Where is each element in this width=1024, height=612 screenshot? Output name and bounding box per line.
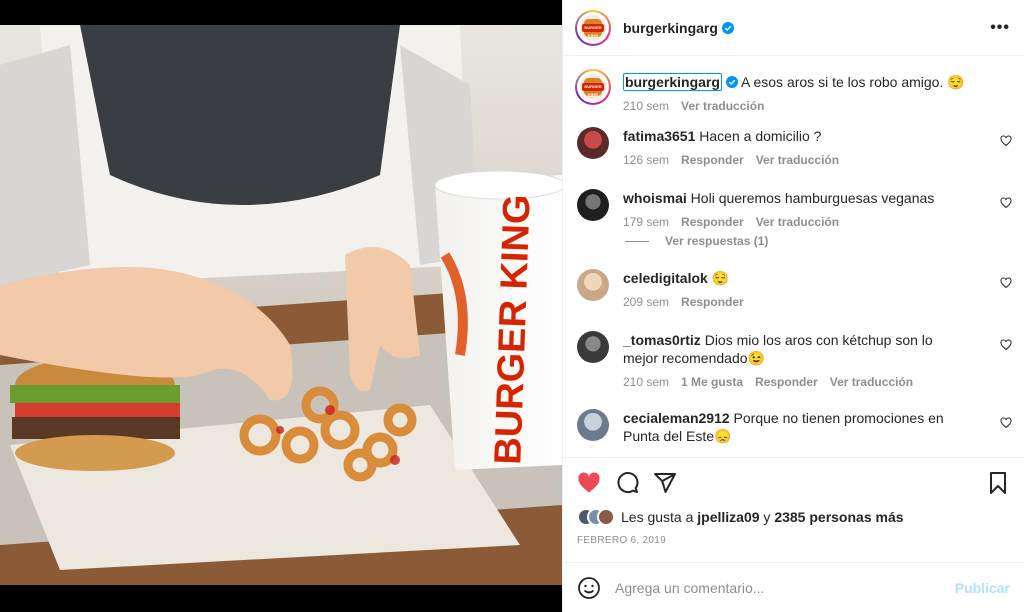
like-comment-heart-icon[interactable] <box>1000 417 1012 429</box>
comment-input[interactable] <box>615 579 935 596</box>
commenter-avatar[interactable] <box>577 409 609 441</box>
author-username[interactable]: burgerkingarg <box>623 20 718 36</box>
caption-time[interactable]: 210 sem <box>623 99 669 113</box>
comment-time[interactable]: 209 sem <box>623 295 669 309</box>
comment-bubble-icon[interactable] <box>615 471 639 495</box>
like-heart-filled-icon[interactable] <box>577 471 601 495</box>
comment-item: whoismai Holi queremos hamburguesas vega… <box>563 189 1024 231</box>
replies-divider <box>625 240 649 242</box>
comment-item: fatima3651 Hacen a domicilio ? 126 sem Re… <box>563 127 1024 181</box>
liker-avatar[interactable] <box>597 508 615 526</box>
caption-username[interactable]: burgerkingarg <box>623 73 722 91</box>
burger-king-logo: BURGER KING <box>580 74 606 100</box>
comment-item: _tomas0rtiz Dios mio los aros con kétchu… <box>563 331 1024 409</box>
like-comment-heart-icon[interactable] <box>1000 277 1012 289</box>
commenter-avatar[interactable] <box>577 331 609 363</box>
caption: BURGER KING burgerkingarg A esos aros si… <box>563 57 1024 127</box>
instagram-post: BURGER KING BURGER KING burgerkingarg ••… <box>0 0 1024 612</box>
post-image[interactable]: BURGER KING <box>0 25 562 585</box>
translate-link[interactable]: Ver traducción <box>756 215 839 229</box>
comment-text: Holi queremos hamburguesas veganas <box>686 190 935 206</box>
comments-list[interactable]: BURGER KING burgerkingarg A esos aros si… <box>563 57 1024 457</box>
post-actions-bar <box>563 457 1024 507</box>
reply-link[interactable]: Responder <box>681 153 744 167</box>
comment-time[interactable]: 179 sem <box>623 215 669 229</box>
like-comment-heart-icon[interactable] <box>1000 135 1012 147</box>
translate-link[interactable]: Ver traducción <box>756 153 839 167</box>
add-comment-bar: Publicar <box>563 562 1024 612</box>
comment-likes[interactable]: 1 Me gusta <box>681 375 743 389</box>
translate-link[interactable]: Ver traducción <box>830 375 913 389</box>
likes-middle: y <box>759 509 775 525</box>
likes-prefix: Les gusta a <box>621 509 698 525</box>
save-bookmark-icon[interactable] <box>986 471 1010 495</box>
reply-link[interactable]: Responder <box>681 295 744 309</box>
post-date[interactable]: FEBRERO 6, 2019 <box>577 535 666 546</box>
emoji-smiley-icon[interactable] <box>577 576 601 600</box>
comment-text: 😌 <box>707 270 730 286</box>
verified-badge-icon <box>721 21 734 34</box>
caption-translate-link[interactable]: Ver traducción <box>681 99 764 113</box>
commenter-avatar[interactable] <box>577 269 609 301</box>
commenter-username[interactable]: celedigitalok <box>623 270 708 286</box>
likes-count[interactable]: 2385 personas más <box>774 509 903 525</box>
verified-badge-icon <box>725 76 738 88</box>
comment-time[interactable]: 210 sem <box>623 375 669 389</box>
comment-item: celedigitalok 😌 209 sem Responder <box>563 269 1024 323</box>
commenter-avatar[interactable] <box>577 127 609 159</box>
comment-text: Hacen a domicilio ? <box>695 128 822 144</box>
liker-username[interactable]: jpelliza09 <box>697 509 759 525</box>
publish-button[interactable]: Publicar <box>955 580 1010 596</box>
author-avatar[interactable]: BURGER KING <box>575 9 611 46</box>
commenter-avatar[interactable] <box>577 189 609 221</box>
more-options-icon[interactable]: ••• <box>990 19 1010 37</box>
reply-link[interactable]: Responder <box>755 375 818 389</box>
food-photo: BURGER KING <box>0 25 562 585</box>
view-replies-label: Ver respuestas (1) <box>665 234 769 248</box>
post-panel: BURGER KING burgerkingarg ••• BURGER KIN… <box>562 0 1024 612</box>
like-comment-heart-icon[interactable] <box>1000 197 1012 209</box>
likes-summary: Les gusta a jpelliza09 y 2385 personas m… <box>577 508 904 526</box>
caption-text: A esos aros si te los robo amigo. 😌 <box>737 74 965 90</box>
comment-time[interactable]: 126 sem <box>623 153 669 167</box>
commenter-username[interactable]: fatima3651 <box>623 128 695 144</box>
burger-king-logo: BURGER KING <box>580 14 606 41</box>
share-paper-plane-icon[interactable] <box>653 471 677 495</box>
like-comment-heart-icon[interactable] <box>1000 339 1012 351</box>
commenter-username[interactable]: _tomas0rtiz <box>623 332 701 348</box>
caption-avatar[interactable]: BURGER KING <box>575 69 611 105</box>
comment-item: cecialeman2912 Porque no tienen promocio… <box>563 409 1024 457</box>
commenter-username[interactable]: cecialeman2912 <box>623 410 730 426</box>
view-replies-toggle[interactable]: Ver respuestas (1) <box>625 231 1024 251</box>
commenter-username[interactable]: whoismai <box>623 190 687 206</box>
reply-link[interactable]: Responder <box>681 215 744 229</box>
post-header: BURGER KING burgerkingarg ••• <box>563 0 1024 56</box>
